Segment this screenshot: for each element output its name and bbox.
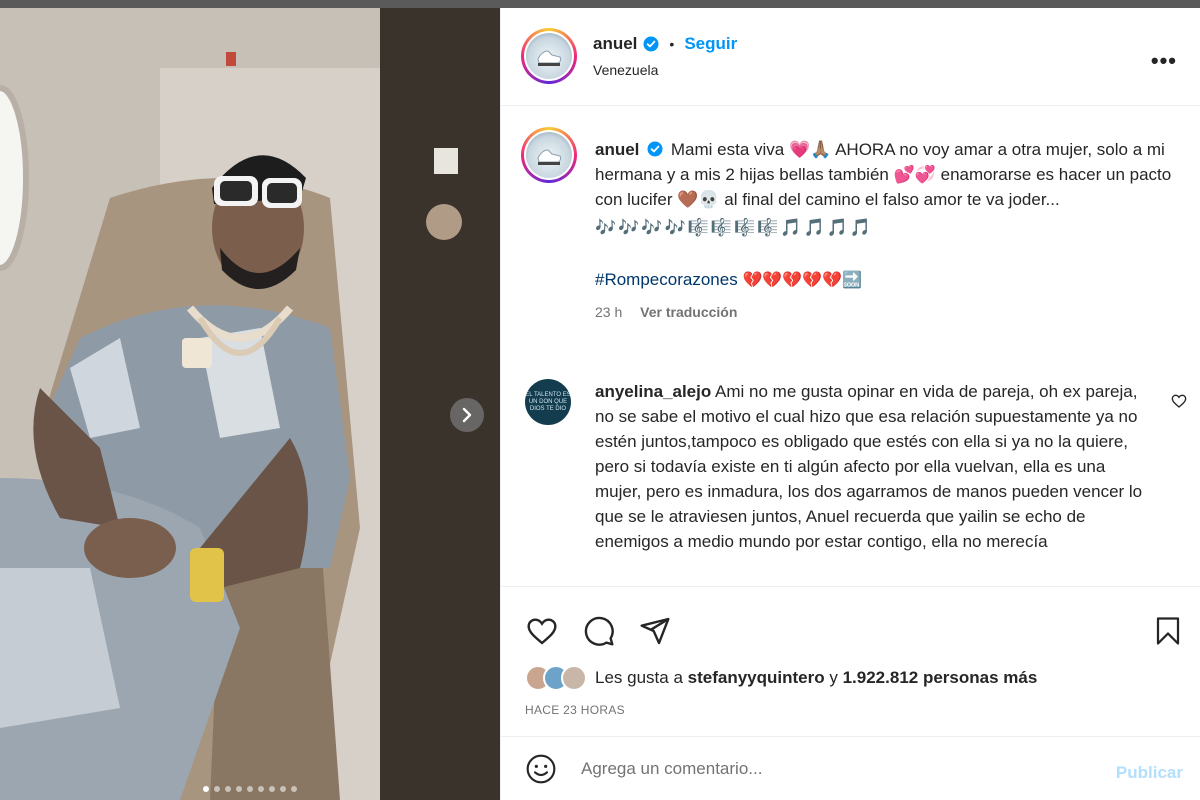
caption: anuel Mami esta viva 💗🙏🏽 AHORA no voy am… [595,137,1185,325]
heart-icon [527,618,557,645]
likes-text: Les gusta a stefanyyquintero y 1.922.812… [595,668,1037,688]
caption-music-notes: 🎶🎶🎶🎶🎼🎼🎼🎼🎵🎵🎵🎵 [595,218,874,238]
chevron-right-icon [462,407,472,423]
liker-avatar [561,665,587,691]
browser-top-strip [0,0,1200,8]
post-side-panel: anuel • Seguir Venezuela ••• anuel Mami … [500,8,1200,800]
likes-user[interactable]: stefanyyquintero [688,668,825,687]
more-options-button[interactable]: ••• [1151,48,1177,74]
carousel-dot[interactable] [236,786,242,792]
follow-button[interactable]: Seguir [684,34,737,54]
carousel-dot[interactable] [214,786,220,792]
author-avatar[interactable] [521,28,577,84]
send-icon [640,617,670,645]
comment-body: Ami no me gusta opinar en vida de pareja… [595,382,1143,551]
likes-prefix: Les gusta a [595,668,683,687]
likes-count[interactable]: 1.922.812 personas más [843,668,1038,687]
commenter-avatar-text: EL TALENTO ES UN DON QUE DIOS TE DIO [525,391,571,412]
commenter-username[interactable]: anyelina_alejo [595,382,711,401]
sneaker-avatar-icon [537,50,562,66]
comment-composer: Publicar [501,736,1200,800]
caption-username[interactable]: anuel [595,140,639,159]
comment-icon [584,616,614,646]
carousel-dot[interactable] [203,786,209,792]
share-button[interactable] [639,615,671,652]
comment-input[interactable] [581,759,1081,779]
carousel-dot[interactable] [247,786,253,792]
likes-connector: y [829,668,838,687]
heart-icon [1171,394,1187,408]
carousel-dot[interactable] [258,786,264,792]
post-location[interactable]: Venezuela [593,62,658,78]
caption-avatar[interactable] [521,127,577,183]
comment-item: anyelina_alejo Ami no me gusta opinar en… [595,379,1147,554]
publish-button[interactable]: Publicar [1116,763,1183,783]
post-timestamp[interactable]: HACE 23 HORAS [525,703,625,717]
author-username[interactable]: anuel [593,34,637,54]
verified-badge-icon [647,141,663,157]
post-photo-illustration [0,8,500,800]
smiley-icon [526,754,556,784]
translate-link[interactable]: Ver traducción [640,304,737,320]
emoji-button[interactable] [525,753,557,790]
likes-summary[interactable]: Les gusta a stefanyyquintero y 1.922.812… [525,665,1037,691]
separator-dot: • [669,36,675,52]
like-button[interactable] [525,615,559,652]
caption-hashtag[interactable]: #Rompecorazones [595,270,738,289]
comment-like-button[interactable] [1171,393,1187,414]
comments-area[interactable]: anuel Mami esta viva 💗🙏🏽 AHORA no voy am… [501,107,1200,585]
caption-hashtag-emojis: 💔💔💔💔💔🔜 [742,270,862,289]
post-actions: Les gusta a stefanyyquintero y 1.922.812… [501,586,1200,736]
commenter-avatar[interactable]: EL TALENTO ES UN DON QUE DIOS TE DIO [525,379,571,425]
carousel-dot[interactable] [280,786,286,792]
carousel-dot[interactable] [291,786,297,792]
comment-button[interactable] [583,615,615,652]
post-header: anuel • Seguir Venezuela ••• [501,8,1200,106]
carousel-dot[interactable] [225,786,231,792]
caption-text: Mami esta viva 💗🙏🏽 AHORA no voy amar a o… [595,140,1172,209]
carousel-dots [0,786,500,792]
bookmark-icon [1156,617,1180,645]
carousel-dot[interactable] [269,786,275,792]
save-button[interactable] [1153,615,1183,652]
verified-badge-icon [643,36,659,52]
sneaker-avatar-icon [537,149,562,165]
caption-time[interactable]: 23 h [595,304,622,320]
post-image[interactable] [0,8,500,800]
next-image-button[interactable] [450,398,484,432]
